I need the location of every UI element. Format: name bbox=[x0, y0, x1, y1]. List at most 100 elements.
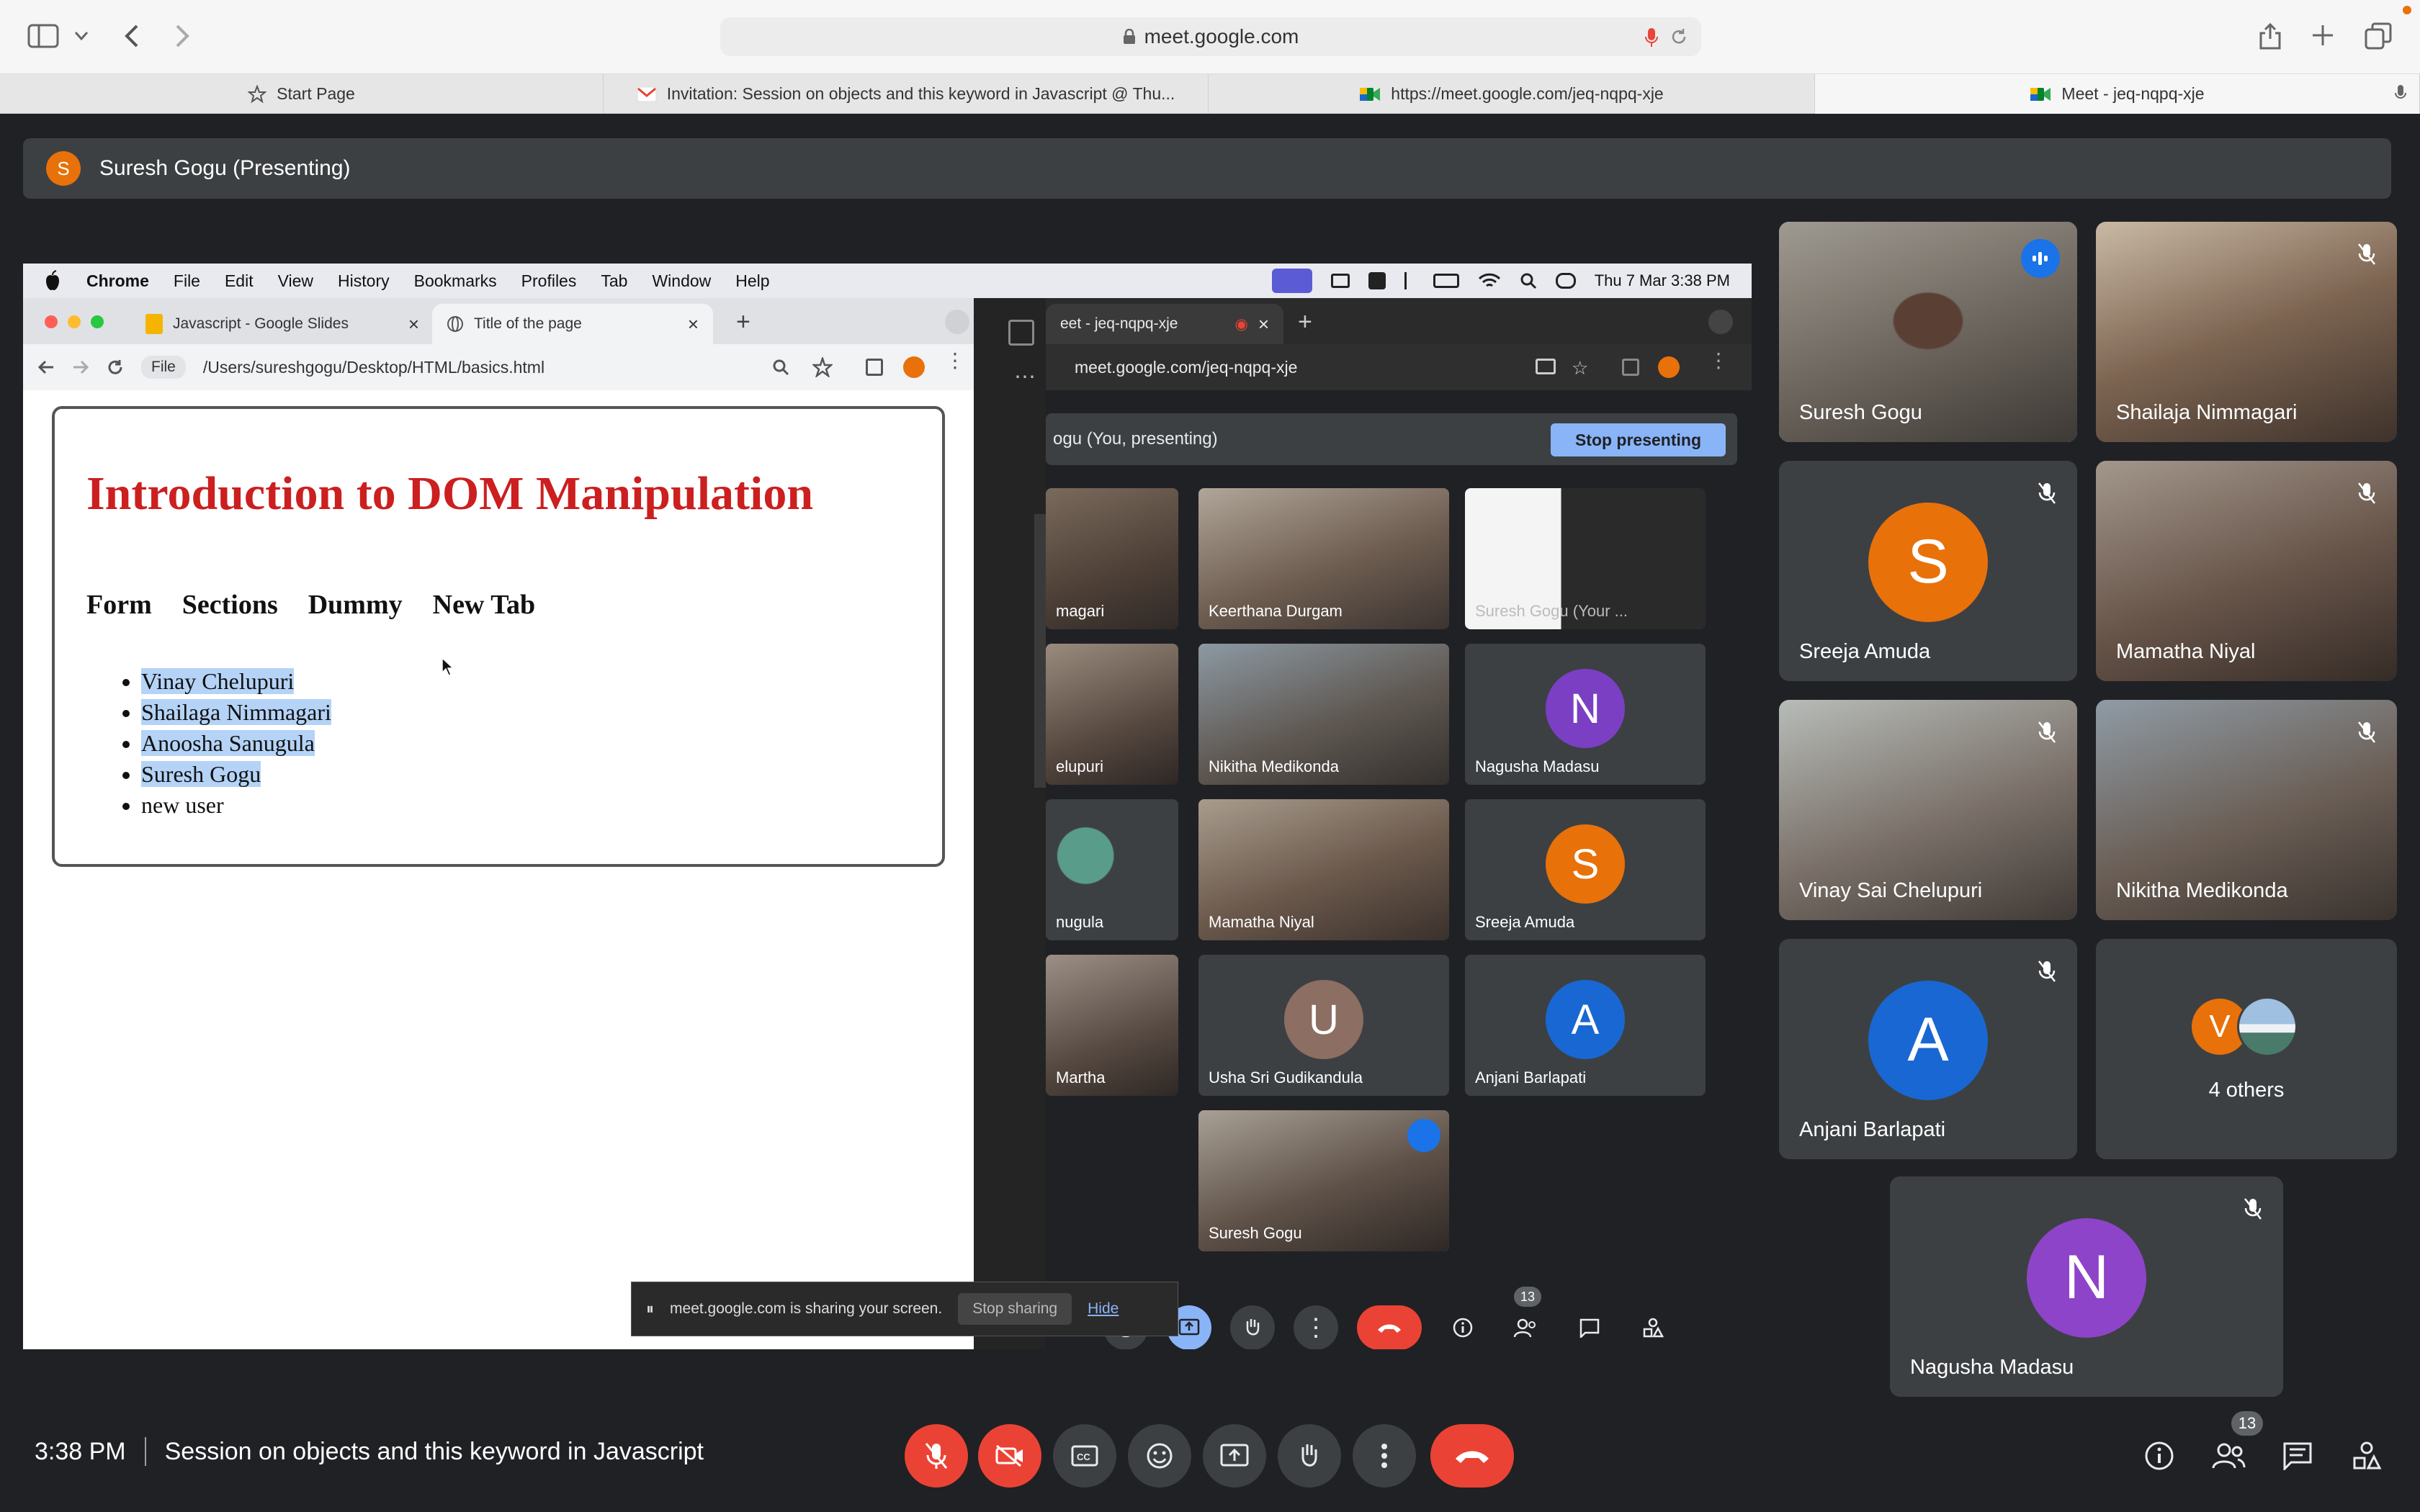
new-tab-icon[interactable] bbox=[2311, 23, 2335, 48]
nav-link-form[interactable]: Form bbox=[86, 589, 152, 621]
participant-tile[interactable]: Mamatha Niyal bbox=[2096, 461, 2397, 681]
meet-url[interactable]: meet.google.com/jeq-nqpq-xje bbox=[1075, 358, 1297, 377]
app-status-icon[interactable] bbox=[1368, 272, 1386, 289]
microphone-icon[interactable] bbox=[1645, 27, 1658, 48]
nav-link-sections[interactable]: Sections bbox=[182, 589, 278, 621]
reload-icon[interactable] bbox=[1670, 27, 1688, 46]
nav-link-new-tab[interactable]: New Tab bbox=[433, 589, 536, 621]
inner-tile[interactable]: elupuri bbox=[1046, 644, 1178, 785]
side-panel-icon[interactable] bbox=[1622, 359, 1639, 376]
menu-history[interactable]: History bbox=[338, 271, 390, 291]
more-options-button[interactable] bbox=[1353, 1424, 1416, 1488]
stop-presenting-button[interactable]: Stop presenting bbox=[1550, 423, 1726, 456]
inner-tile[interactable]: Suresh Gogu (Your ... bbox=[1465, 488, 1706, 629]
menu-view[interactable]: View bbox=[278, 271, 313, 291]
battery-level-icon[interactable] bbox=[1433, 274, 1459, 288]
inner-tile[interactable]: Mamatha Niyal bbox=[1198, 799, 1449, 940]
menu-file[interactable]: File bbox=[174, 271, 200, 291]
bluetooth-icon[interactable] bbox=[1404, 272, 1415, 289]
sidebar-toggle-icon[interactable] bbox=[27, 23, 59, 49]
meeting-title[interactable]: Session on objects and this keyword in J… bbox=[165, 1438, 704, 1466]
inner-info-button[interactable] bbox=[1440, 1305, 1485, 1349]
close-icon[interactable]: × bbox=[408, 313, 419, 336]
chevron-down-icon[interactable] bbox=[73, 30, 89, 42]
raise-hand-button[interactable] bbox=[1278, 1424, 1341, 1488]
control-center-icon[interactable] bbox=[1555, 273, 1576, 289]
people-button[interactable]: 13 bbox=[2205, 1411, 2263, 1479]
more-icon[interactable]: ⋯ bbox=[1014, 364, 1036, 390]
address-bar[interactable]: meet.google.com bbox=[720, 17, 1701, 56]
menu-bookmarks[interactable]: Bookmarks bbox=[414, 271, 497, 291]
scrollbar[interactable] bbox=[1034, 514, 1046, 788]
menu-tab[interactable]: Tab bbox=[601, 271, 627, 291]
new-tab-icon[interactable]: + bbox=[736, 308, 750, 336]
inner-end-call-button[interactable] bbox=[1357, 1305, 1422, 1349]
chrome-tab-meet[interactable]: eet - jeq-nqpq-xje ◉ × bbox=[1046, 304, 1283, 344]
new-tab-icon[interactable]: + bbox=[1298, 308, 1312, 336]
wifi-icon[interactable] bbox=[1478, 272, 1501, 289]
zoom-icon[interactable] bbox=[772, 359, 789, 376]
tab-search-icon[interactable] bbox=[1708, 310, 1733, 334]
bookmark-star-icon[interactable]: ☆ bbox=[1572, 357, 1588, 379]
inner-more-options-button[interactable]: ⋮ bbox=[1294, 1305, 1338, 1349]
camera-toggle-button[interactable] bbox=[978, 1424, 1041, 1488]
forward-icon[interactable] bbox=[173, 23, 192, 49]
inner-tile[interactable]: U Usha Sri Gudikandula bbox=[1198, 955, 1449, 1096]
inner-tile[interactable]: magari bbox=[1046, 488, 1178, 629]
present-button[interactable] bbox=[1203, 1424, 1266, 1488]
participant-tile[interactable]: N Nagusha Madasu bbox=[1890, 1176, 2283, 1397]
screen-share-status-icon[interactable] bbox=[1271, 269, 1312, 293]
reactions-button[interactable] bbox=[1128, 1424, 1191, 1488]
inner-tile[interactable]: nugula bbox=[1046, 799, 1178, 940]
participant-tile[interactable]: Shailaja Nimmagari bbox=[2096, 222, 2397, 442]
meeting-details-button[interactable] bbox=[2136, 1433, 2182, 1479]
inner-tile[interactable]: A Anjani Barlapati bbox=[1465, 955, 1706, 1096]
browser-tab-meet-url[interactable]: https://meet.google.com/jeq-nqpq-xje bbox=[1209, 74, 1815, 114]
participant-tile[interactable]: Nikitha Medikonda bbox=[2096, 700, 2397, 920]
tab-search-icon[interactable] bbox=[945, 310, 969, 334]
tab-overview-icon[interactable] bbox=[2364, 22, 2393, 50]
participant-tile[interactable]: S Sreeja Amuda bbox=[1779, 461, 2077, 681]
chrome-address-bar[interactable]: File /Users/sureshgogu/Desktop/HTML/basi… bbox=[23, 344, 974, 390]
file-chip[interactable]: File bbox=[141, 356, 186, 379]
nav-link-dummy[interactable]: Dummy bbox=[308, 589, 403, 621]
inner-tile[interactable]: Martha bbox=[1046, 955, 1178, 1096]
profile-avatar[interactable] bbox=[903, 356, 925, 378]
stop-sharing-button[interactable]: Stop sharing bbox=[958, 1293, 1072, 1325]
mic-toggle-button[interactable] bbox=[905, 1424, 968, 1488]
more-menu-icon[interactable]: ⋮ bbox=[1708, 351, 1729, 371]
battery-icon[interactable] bbox=[1330, 274, 1350, 288]
menu-edit[interactable]: Edit bbox=[225, 271, 254, 291]
participant-tile[interactable]: Suresh Gogu bbox=[1779, 222, 2077, 442]
inner-tile[interactable]: Keerthana Durgam bbox=[1198, 488, 1449, 629]
menu-profiles[interactable]: Profiles bbox=[521, 271, 577, 291]
inner-tile[interactable]: Nikitha Medikonda bbox=[1198, 644, 1449, 785]
participant-tile[interactable]: Vinay Sai Chelupuri bbox=[1779, 700, 2077, 920]
menu-window[interactable]: Window bbox=[652, 271, 711, 291]
end-call-button[interactable] bbox=[1430, 1424, 1514, 1488]
activities-button[interactable] bbox=[2344, 1433, 2390, 1479]
camera-permission-icon[interactable] bbox=[1536, 359, 1556, 374]
chrome-tab-slides[interactable]: Javascript - Google Slides × bbox=[131, 304, 434, 344]
inner-tile[interactable]: Suresh Gogu bbox=[1198, 1110, 1449, 1251]
close-icon[interactable]: × bbox=[1258, 313, 1269, 336]
browser-tab-gmail[interactable]: Invitation: Session on objects and this … bbox=[604, 74, 1209, 114]
inner-activities-button[interactable] bbox=[1631, 1305, 1675, 1349]
chat-button[interactable] bbox=[2275, 1433, 2321, 1479]
minimize-window-icon[interactable] bbox=[68, 315, 81, 328]
bookmark-star-icon[interactable] bbox=[812, 357, 833, 377]
forward-icon[interactable] bbox=[72, 359, 89, 375]
chrome-address-bar-dark[interactable]: meet.google.com/jeq-nqpq-xje ☆ ⋮ bbox=[1046, 344, 1752, 390]
inner-raise-hand-button[interactable] bbox=[1230, 1305, 1275, 1349]
more-menu-icon[interactable]: ⋮ bbox=[945, 351, 965, 371]
inner-tile[interactable]: S Sreeja Amuda bbox=[1465, 799, 1706, 940]
file-path[interactable]: /Users/sureshgogu/Desktop/HTML/basics.ht… bbox=[203, 358, 544, 377]
search-icon[interactable] bbox=[1520, 272, 1537, 289]
participant-tile[interactable]: A Anjani Barlapati bbox=[1779, 939, 2077, 1159]
back-icon[interactable] bbox=[122, 23, 141, 49]
profile-avatar[interactable] bbox=[1658, 356, 1680, 378]
inner-people-button[interactable]: 13 bbox=[1504, 1287, 1549, 1349]
menu-help[interactable]: Help bbox=[735, 271, 769, 291]
others-tile[interactable]: V 4 others bbox=[2096, 939, 2397, 1159]
chrome-tab-title-page[interactable]: Title of the page × bbox=[432, 304, 713, 344]
